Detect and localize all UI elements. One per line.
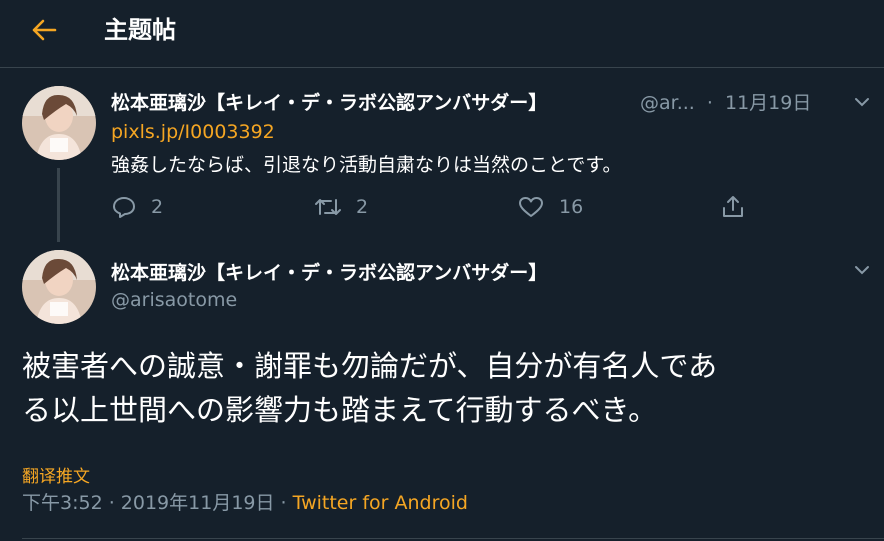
tweet-text-line: る以上世間への影響力も踏まえて行動するべき。	[22, 393, 658, 427]
tweet-timestamp[interactable]: 下午3:52 · 2019年11月19日 ·	[22, 492, 293, 514]
avatar[interactable]	[22, 86, 96, 160]
arrow-left-icon	[32, 19, 57, 41]
tweet-text: 被害者への誠意・謝罪も勿論だが、自分が有名人であ る以上世間への影響力も踏まえて…	[22, 344, 717, 432]
reply-count: 2	[151, 196, 164, 218]
author-handle[interactable]: @arisaotome	[111, 289, 237, 311]
tweet-source-link[interactable]: Twitter for Android	[293, 492, 468, 514]
back-button[interactable]	[22, 12, 66, 48]
author-handle[interactable]: @ar...	[640, 92, 695, 114]
avatar-image	[22, 250, 96, 324]
heart-icon	[519, 197, 543, 217]
share-button[interactable]	[720, 193, 760, 221]
chevron-down-icon	[855, 98, 869, 107]
more-options-button[interactable]	[851, 91, 873, 113]
chevron-down-icon	[855, 266, 869, 275]
thread-connector	[57, 168, 60, 242]
retweet-button[interactable]: 2	[314, 193, 368, 221]
more-options-button[interactable]	[851, 259, 873, 281]
avatar[interactable]	[22, 250, 96, 324]
reply-button[interactable]: 2	[111, 193, 163, 221]
like-count: 16	[559, 196, 584, 218]
tweet-text-line: 被害者への誠意・謝罪も勿論だが、自分が有名人であ	[22, 349, 718, 383]
retweet-icon	[315, 199, 341, 215]
tweet-text: 強姦したならば、引退なり活動自粛なりは当然のことです。	[111, 154, 622, 176]
page-title: 主题帖	[104, 16, 176, 44]
like-button[interactable]: 16	[517, 193, 583, 221]
author-name[interactable]: 松本亜璃沙【キレイ・デ・ラボ公認アンバサダー】	[111, 258, 547, 285]
separator-dot: ·	[706, 92, 713, 114]
divider	[22, 538, 884, 539]
retweet-count: 2	[356, 196, 369, 218]
author-name[interactable]: 松本亜璃沙【キレイ・デ・ラボ公認アンバサダー】	[111, 88, 547, 115]
page-header: 主题帖	[0, 0, 884, 68]
tweet-date[interactable]: 11月19日	[725, 92, 811, 114]
avatar-image	[22, 86, 96, 160]
reply-icon	[113, 197, 135, 218]
share-icon	[723, 196, 743, 217]
translate-tweet-link[interactable]: 翻译推文	[22, 462, 90, 487]
tweet-link[interactable]: pixls.jp/I0003392	[111, 121, 275, 143]
